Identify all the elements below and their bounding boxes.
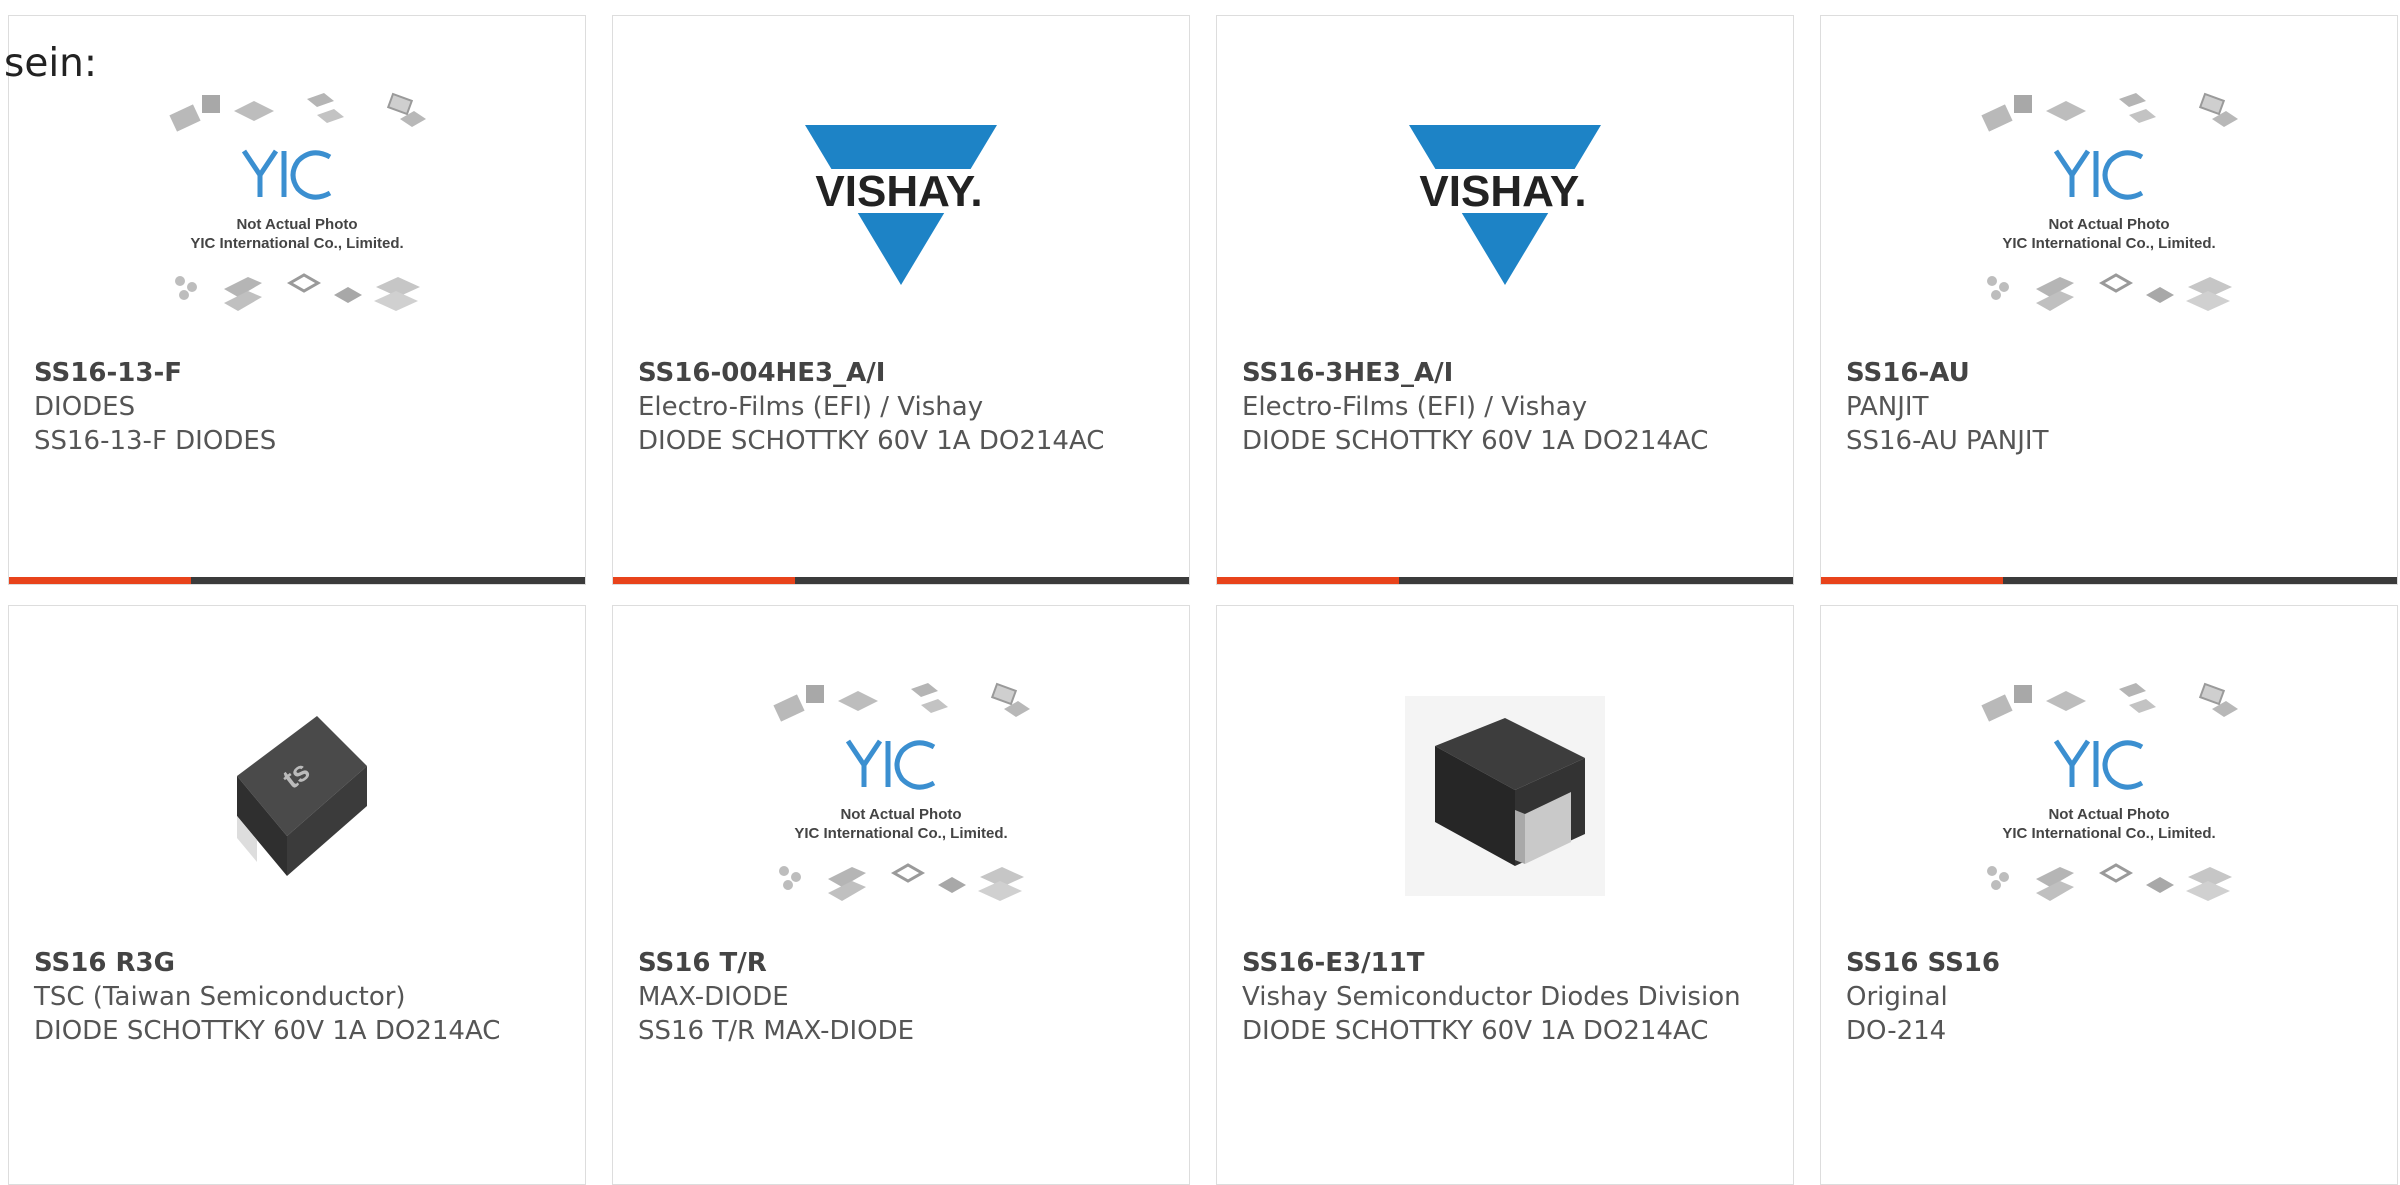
manufacturer: DIODES <box>34 392 136 422</box>
description: SS16 T/R MAX-DIODE <box>638 1016 915 1046</box>
product-grid: Not Actual Photo YIC International Co., … <box>0 0 2400 1185</box>
placeholder-caption-1: Not Actual Photo <box>2048 216 2169 233</box>
description: DIODE SCHOTTKY 60V 1A DO214AC <box>638 426 1105 456</box>
part-number[interactable]: SS16 R3G <box>34 946 565 980</box>
card-accent-bar <box>1217 577 1399 584</box>
part-number[interactable]: SS16-3HE3_A/I <box>1242 356 1773 390</box>
smd-package-image <box>1405 696 1605 896</box>
product-image: Not Actual Photo YIC International Co., … <box>1821 56 2397 356</box>
vishay-logo: VISHAY. <box>801 121 1001 291</box>
manufacturer: Electro-Films (EFI) / Vishay <box>1242 392 1588 422</box>
product-image: VISHAY. <box>613 56 1189 356</box>
product-card[interactable]: VISHAY. SS16-004HE3_A/I Electro-Films (E… <box>612 15 1190 585</box>
product-card[interactable]: Not Actual Photo YIC International Co., … <box>612 605 1190 1185</box>
manufacturer: Vishay Semiconductor Diodes Division <box>1242 982 1741 1012</box>
part-number[interactable]: SS16 T/R <box>638 946 1169 980</box>
card-bottom-bar <box>613 577 1189 584</box>
description: DIODE SCHOTTKY 60V 1A DO214AC <box>34 1016 501 1046</box>
product-info: SS16 SS16 Original DO-214 <box>1846 946 2377 1048</box>
card-accent-bar <box>613 577 795 584</box>
manufacturer: Original <box>1846 982 1948 1012</box>
card-bottom-bar <box>1217 577 1793 584</box>
vishay-logo-text: VISHAY. <box>1419 167 1586 216</box>
vishay-logo: VISHAY. <box>1405 121 1605 291</box>
yic-placeholder-logo: Not Actual Photo YIC International Co., … <box>1974 681 2244 911</box>
tsc-package-image: ts <box>217 706 377 886</box>
placeholder-caption-2: YIC International Co., Limited. <box>190 235 403 252</box>
manufacturer: PANJIT <box>1846 392 1929 422</box>
manufacturer: TSC (Taiwan Semiconductor) <box>34 982 406 1012</box>
product-card[interactable]: ts SS16 R3G TSC (Taiwan Semiconductor) D… <box>8 605 586 1185</box>
product-image: Not Actual Photo YIC International Co., … <box>9 56 585 356</box>
card-bottom-bar <box>9 577 585 584</box>
placeholder-caption-1: Not Actual Photo <box>2048 806 2169 823</box>
product-card[interactable]: Not Actual Photo YIC International Co., … <box>8 15 586 585</box>
product-card[interactable]: SS16-E3/11T Vishay Semiconductor Diodes … <box>1216 605 1794 1185</box>
product-image: VISHAY. <box>1217 56 1793 356</box>
product-info: SS16 T/R MAX-DIODE SS16 T/R MAX-DIODE <box>638 946 1169 1048</box>
manufacturer: MAX-DIODE <box>638 982 789 1012</box>
description: DIODE SCHOTTKY 60V 1A DO214AC <box>1242 1016 1709 1046</box>
product-image: Not Actual Photo YIC International Co., … <box>613 646 1189 946</box>
part-number[interactable]: SS16-AU <box>1846 356 2377 390</box>
part-number[interactable]: SS16 SS16 <box>1846 946 2377 980</box>
product-image <box>1217 646 1793 946</box>
product-info: SS16 R3G TSC (Taiwan Semiconductor) DIOD… <box>34 946 565 1048</box>
description: SS16-13-F DIODES <box>34 426 277 456</box>
part-number[interactable]: SS16-004HE3_A/I <box>638 356 1169 390</box>
product-image: ts <box>9 646 585 946</box>
yic-placeholder-logo: Not Actual Photo YIC International Co., … <box>162 91 432 321</box>
intro-text: sein: <box>4 41 98 86</box>
product-image: Not Actual Photo YIC International Co., … <box>1821 646 2397 946</box>
vishay-logo-text: VISHAY. <box>815 167 982 216</box>
manufacturer: Electro-Films (EFI) / Vishay <box>638 392 984 422</box>
placeholder-caption-2: YIC International Co., Limited. <box>794 825 1007 842</box>
description: SS16-AU PANJIT <box>1846 426 2049 456</box>
description: DIODE SCHOTTKY 60V 1A DO214AC <box>1242 426 1709 456</box>
placeholder-caption-1: Not Actual Photo <box>236 216 357 233</box>
description: DO-214 <box>1846 1016 1947 1046</box>
product-info: SS16-AU PANJIT SS16-AU PANJIT <box>1846 356 2377 458</box>
placeholder-caption-2: YIC International Co., Limited. <box>2002 235 2215 252</box>
product-card[interactable]: Not Actual Photo YIC International Co., … <box>1820 15 2398 585</box>
product-info: SS16-E3/11T Vishay Semiconductor Diodes … <box>1242 946 1773 1048</box>
part-number[interactable]: SS16-E3/11T <box>1242 946 1773 980</box>
product-card[interactable]: Not Actual Photo YIC International Co., … <box>1820 605 2398 1185</box>
placeholder-caption-2: YIC International Co., Limited. <box>2002 825 2215 842</box>
product-info: SS16-13-F DIODES SS16-13-F DIODES <box>34 356 565 458</box>
card-bottom-bar <box>1821 577 2397 584</box>
card-accent-bar <box>1821 577 2003 584</box>
part-number[interactable]: SS16-13-F <box>34 356 565 390</box>
placeholder-caption-1: Not Actual Photo <box>840 806 961 823</box>
yic-placeholder-logo: Not Actual Photo YIC International Co., … <box>766 681 1036 911</box>
product-info: SS16-004HE3_A/I Electro-Films (EFI) / Vi… <box>638 356 1169 458</box>
card-accent-bar <box>9 577 191 584</box>
product-info: SS16-3HE3_A/I Electro-Films (EFI) / Vish… <box>1242 356 1773 458</box>
yic-placeholder-logo: Not Actual Photo YIC International Co., … <box>1974 91 2244 321</box>
product-card[interactable]: VISHAY. SS16-3HE3_A/I Electro-Films (EFI… <box>1216 15 1794 585</box>
